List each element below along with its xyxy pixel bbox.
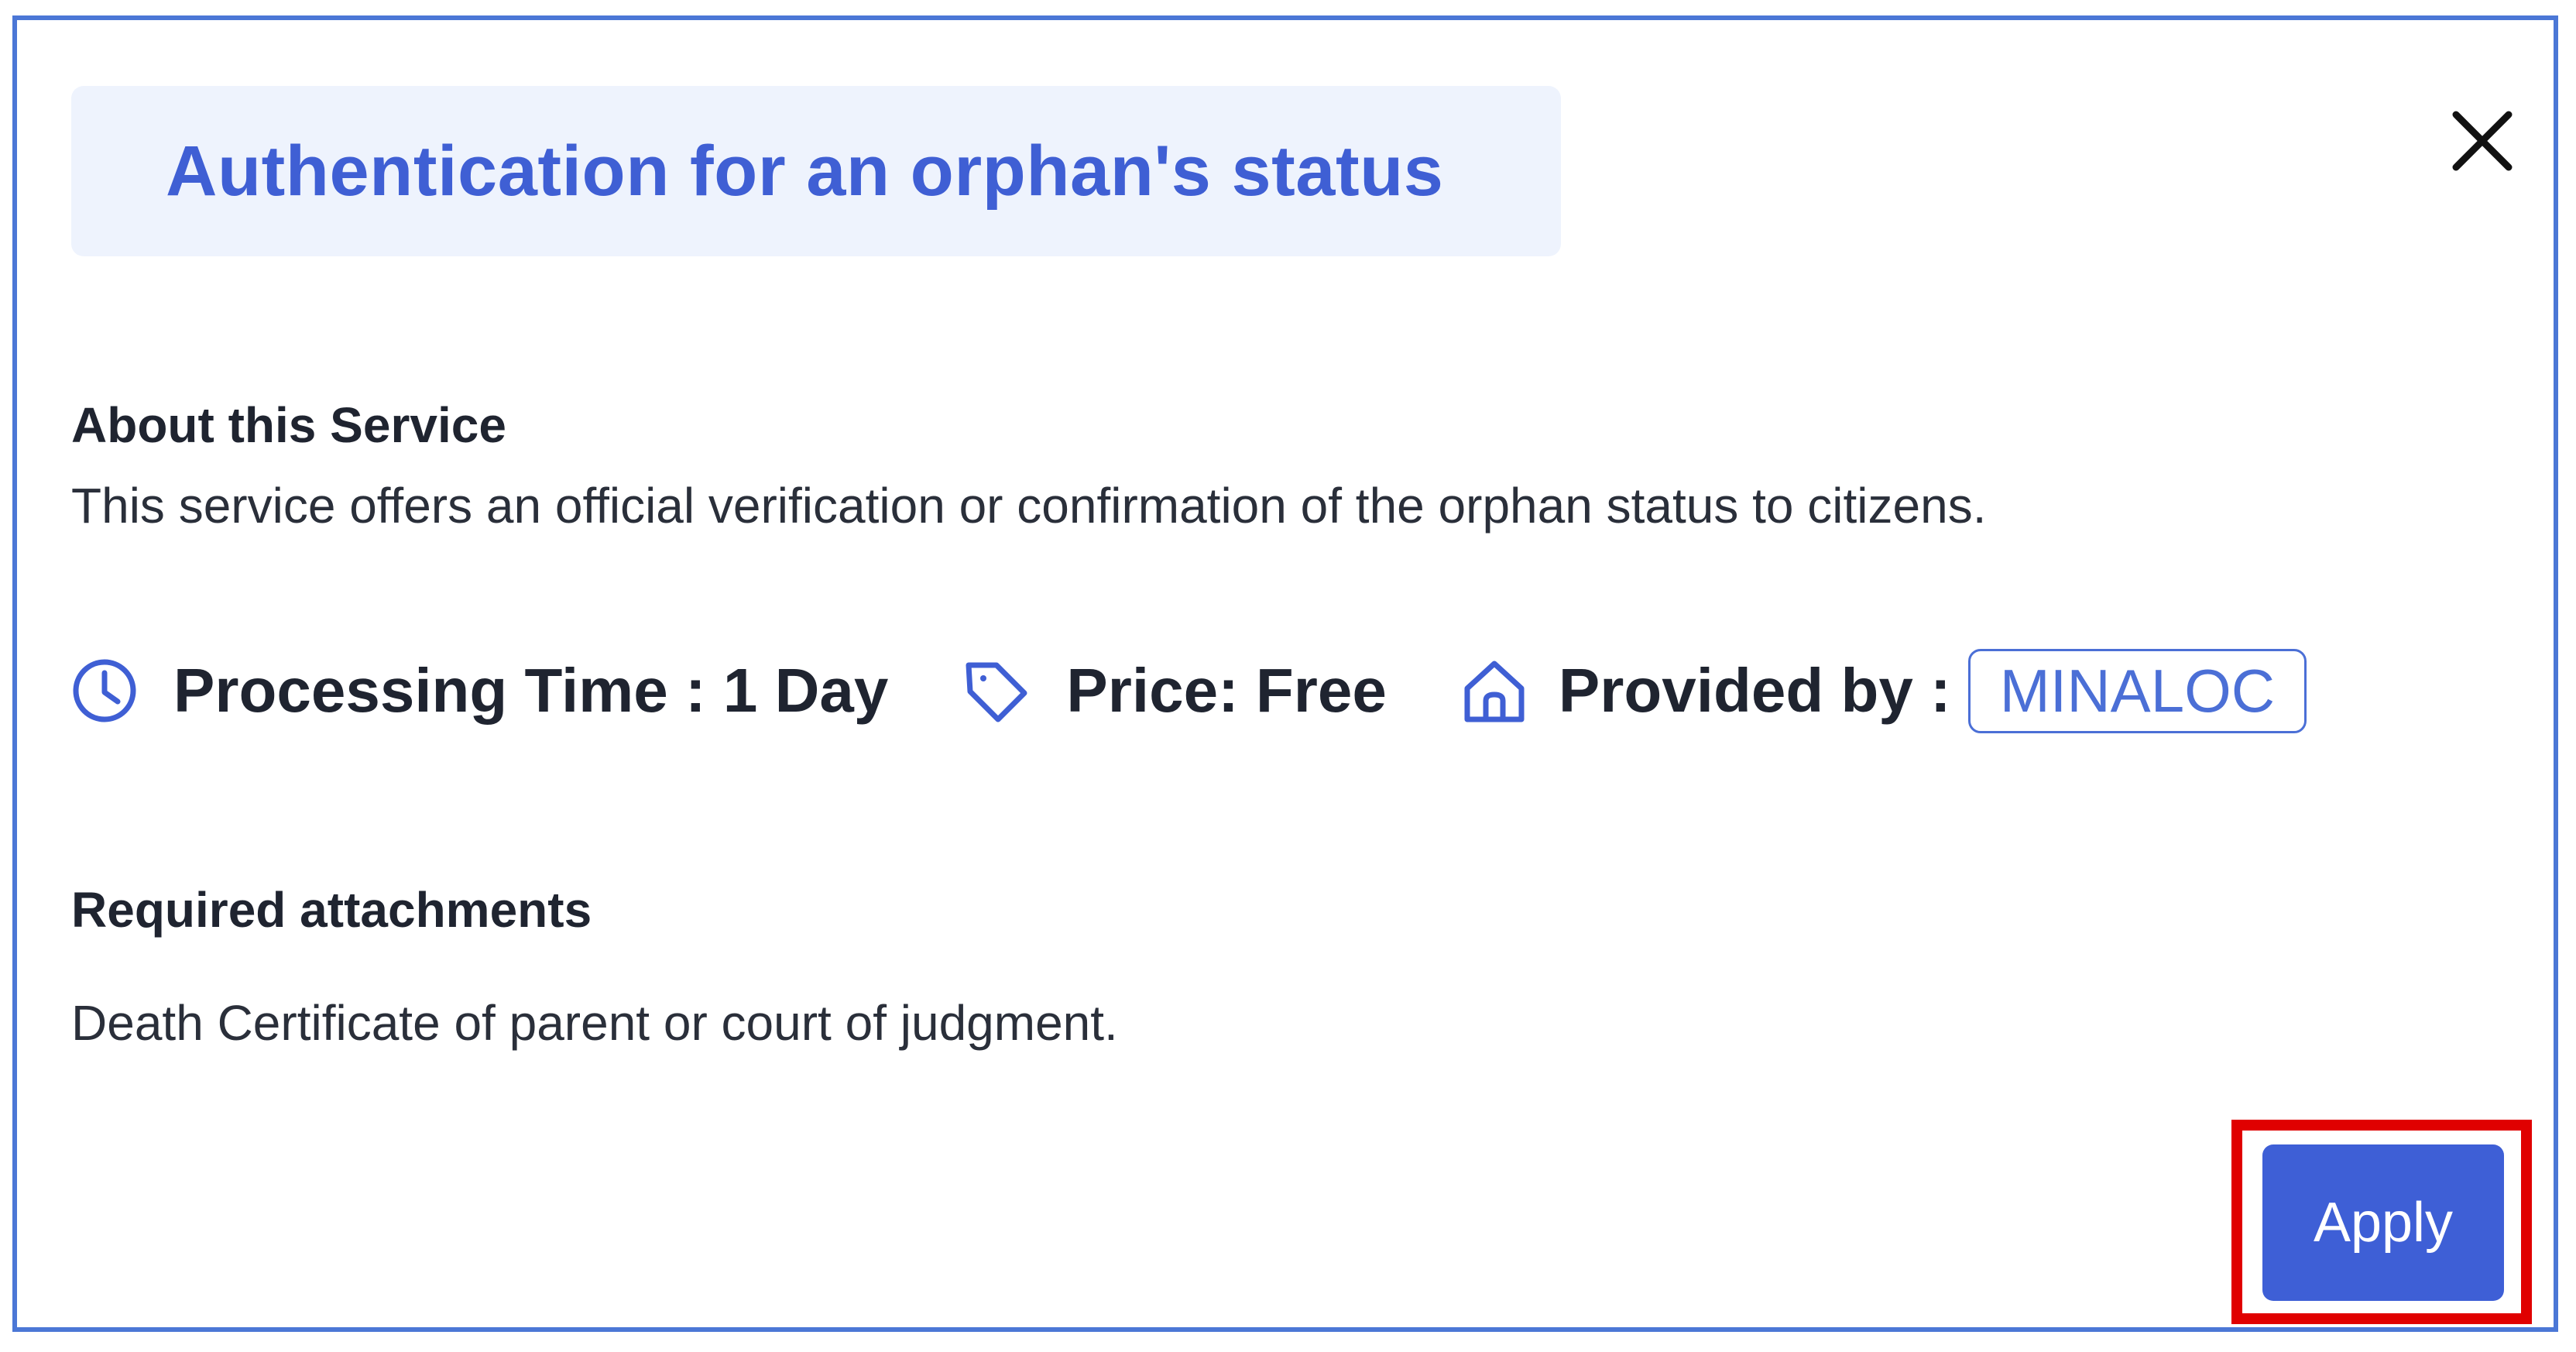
attachments-text: Death Certificate of parent or court of … [71,995,1118,1051]
processing-time: Processing Time : 1 Day [173,656,889,725]
dialog-title-box: Authentication for an orphan's status [71,86,1561,256]
attachments-heading: Required attachments [71,882,592,938]
close-button[interactable] [2450,108,2515,173]
about-description: This service offers an official verifica… [71,478,1987,534]
tag-icon [962,657,1029,724]
about-heading: About this Service [71,397,506,453]
provided-by-label: Provided by : [1558,656,1951,725]
provider-badge[interactable]: MINALOC [1967,648,2307,733]
close-icon [2452,111,2513,171]
apply-button[interactable]: Apply [2262,1144,2504,1301]
clock-icon [71,657,138,724]
home-icon [1461,657,1528,724]
price: Price: Free [1066,656,1387,725]
dialog-title: Authentication for an orphan's status [166,131,1444,211]
service-meta-row: Processing Time : 1 Day Price: Free Prov… [71,644,2307,737]
